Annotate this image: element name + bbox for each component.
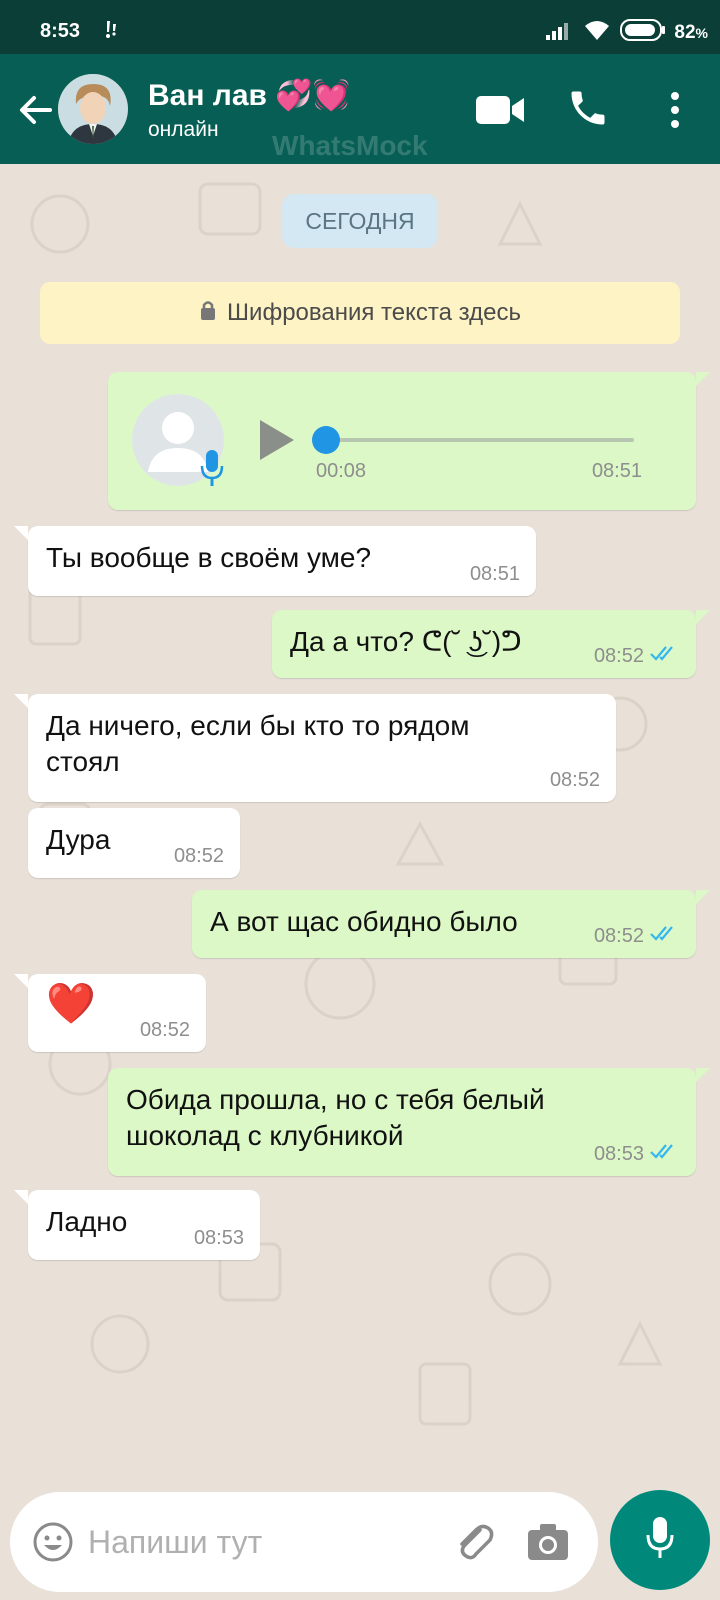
voice-message[interactable]: 00:08 08:51 [108, 372, 710, 510]
attach-icon[interactable] [450, 1518, 498, 1571]
mic-icon [200, 448, 224, 495]
message-time: 08:51 [469, 563, 520, 585]
voice-progress-handle[interactable] [312, 426, 340, 454]
message-text: Ладно [46, 1206, 128, 1237]
message-time: 08:52 [593, 924, 644, 947]
message-text: Да а что? ᕦ(˘ ͜ʖ˘)ᕤ [290, 626, 522, 657]
status-bar: 8:53 82% [0, 0, 720, 54]
contact-name[interactable]: Ван лав 💞💓 [148, 78, 350, 113]
message-time: 08:53 [193, 1227, 244, 1249]
record-voice-button[interactable] [610, 1490, 710, 1590]
message-incoming[interactable]: Да ничего, если бы кто то рядом стоял 08… [14, 694, 616, 802]
message-outgoing[interactable]: Да а что? ᕦ(˘ ͜ʖ˘)ᕤ 08:52 [272, 610, 710, 678]
wifi-icon [582, 18, 612, 47]
message-outgoing[interactable]: А вот щас обидно было 08:52 [192, 890, 710, 958]
emoji-icon[interactable] [32, 1521, 74, 1568]
message-composer[interactable] [10, 1492, 598, 1592]
message-time: 08:52 [173, 845, 224, 867]
mic-icon [645, 1515, 675, 1566]
camera-icon[interactable] [526, 1522, 570, 1567]
read-ticks-icon [650, 1142, 680, 1166]
back-arrow-icon[interactable] [14, 88, 58, 132]
message-incoming[interactable]: Ладно 08:53 [14, 1190, 260, 1260]
date-chip: СЕГОДНЯ [282, 194, 438, 248]
message-text: Ты вообще в своём уме? [46, 542, 372, 573]
message-time: 08:51 [591, 460, 642, 482]
encryption-notice[interactable]: Шифрования текста здесь [40, 282, 680, 344]
message-time: 08:52 [593, 644, 644, 667]
message-incoming[interactable]: Дура 08:52 [28, 808, 240, 878]
message-time: 08:52 [139, 1019, 190, 1041]
message-text: А вот щас обидно было [210, 906, 518, 937]
watermark: WhatsMock [272, 130, 428, 161]
message-text: ❤️ [46, 982, 96, 1026]
signal-icon [544, 19, 574, 46]
battery-icon [620, 18, 666, 47]
read-ticks-icon [650, 924, 680, 948]
contact-status: онлайн [148, 118, 219, 141]
read-ticks-icon [650, 644, 680, 668]
chat-area[interactable]: СЕГОДНЯ Шифрования текста здесь 00:08 08… [0, 164, 720, 1464]
message-text: Дура [46, 824, 111, 855]
chat-header: Ван лав 💞💓 онлайн WhatsMock [0, 54, 720, 164]
more-vert-icon[interactable] [662, 88, 688, 132]
avatar[interactable] [58, 74, 128, 144]
voice-duration: 00:08 [316, 460, 367, 482]
voice-progress-track[interactable] [326, 438, 634, 442]
message-text: Да ничего, если бы кто то рядом стоял [46, 710, 470, 777]
phone-icon[interactable] [566, 86, 610, 130]
message-outgoing[interactable]: Обида прошла, но с тебя белый шоколад с … [108, 1068, 710, 1176]
video-call-icon[interactable] [474, 90, 526, 130]
message-input[interactable] [88, 1518, 428, 1566]
play-icon[interactable] [258, 418, 296, 469]
status-time: 8:53 [40, 20, 81, 42]
battery-percent: 82% [674, 21, 708, 43]
encryption-text: Шифрования текста здесь [227, 299, 521, 326]
message-incoming[interactable]: Ты вообще в своём уме? 08:51 [14, 526, 536, 596]
message-time: 08:53 [593, 1142, 644, 1165]
message-incoming[interactable]: ❤️ 08:52 [14, 974, 206, 1052]
message-text: Обида прошла, но с тебя белый шоколад с … [126, 1084, 545, 1151]
lock-icon [199, 299, 217, 328]
exclamation-icon [98, 18, 122, 47]
message-time: 08:52 [549, 769, 600, 791]
